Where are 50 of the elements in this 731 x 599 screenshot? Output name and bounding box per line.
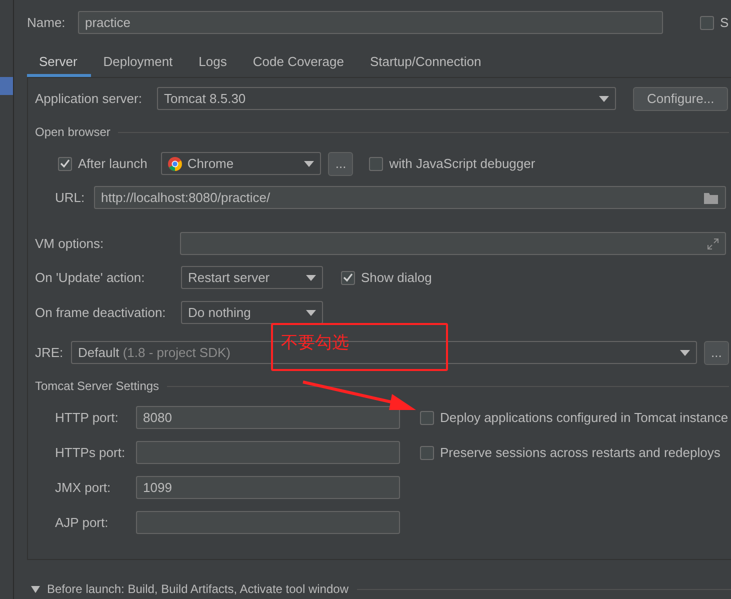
- configure-button[interactable]: Configure...: [633, 86, 728, 110]
- frame-deactivation-label: On frame deactivation:: [35, 305, 167, 320]
- tab[interactable]: Code Coverage: [240, 45, 358, 77]
- jre-browse-button[interactable]: ...: [704, 340, 729, 364]
- dropdown-caret-icon: [306, 310, 316, 316]
- port-field[interactable]: [136, 441, 400, 464]
- application-server-label: Application server:: [35, 91, 143, 106]
- checkbox[interactable]: Preserve sessions across restarts and redeploys: [420, 445, 720, 460]
- expand-icon: [707, 238, 719, 250]
- vm-options-label: VM options:: [35, 236, 105, 251]
- checkmark-icon: [60, 159, 70, 168]
- browser-dropdown[interactable]: Chrome: [161, 152, 322, 175]
- port-label: AJP port:: [55, 515, 110, 530]
- before-launch-label[interactable]: Before launch: Build, Build Artifacts, Activate tool window: [47, 582, 348, 596]
- frame-deactivation-dropdown[interactable]: Do nothing: [181, 301, 323, 324]
- vm-options-field[interactable]: [180, 232, 726, 255]
- jre-label: JRE:: [35, 345, 64, 360]
- port-field[interactable]: 8080: [136, 406, 400, 429]
- folder-icon: [704, 192, 719, 204]
- update-action-dropdown[interactable]: Restart server: [181, 266, 323, 289]
- section-title: Tomcat Server Settings: [35, 379, 160, 393]
- application-server-dropdown[interactable]: Tomcat 8.5.30: [157, 87, 616, 110]
- name-field[interactable]: practice: [78, 11, 663, 34]
- port-label: JMX port:: [55, 480, 112, 495]
- checkbox[interactable]: S: [700, 15, 729, 30]
- port-label: HTTPs port:: [55, 445, 126, 460]
- checkbox[interactable]: Show dialog: [341, 270, 432, 285]
- tab[interactable]: Deployment: [91, 45, 187, 77]
- browse-button[interactable]: ...: [328, 152, 354, 176]
- name-label: Name:: [27, 15, 66, 30]
- dropdown-caret-icon: [306, 274, 316, 280]
- dropdown-caret-icon: [304, 160, 314, 166]
- checkbox[interactable]: After launch: [58, 156, 148, 171]
- collapse-triangle-icon[interactable]: [31, 586, 40, 592]
- port-label: HTTP port:: [55, 410, 120, 425]
- url-label: URL:: [55, 190, 86, 205]
- section-title: Open browser: [35, 125, 110, 139]
- checkmark-icon: [343, 273, 353, 282]
- port-field[interactable]: [136, 511, 400, 534]
- checkbox[interactable]: with JavaScript debugger: [369, 156, 536, 171]
- tab[interactable]: Logs: [186, 45, 241, 77]
- url-field[interactable]: http://localhost:8080/practice/: [94, 186, 726, 209]
- checkbox[interactable]: Deploy applications configured in Tomcat instance: [420, 410, 728, 425]
- port-field[interactable]: 1099: [136, 476, 400, 499]
- sidebar-selection[interactable]: [0, 77, 13, 95]
- dropdown-caret-icon: [680, 350, 690, 356]
- update-action-label: On 'Update' action:: [35, 270, 146, 285]
- dropdown-caret-icon: [599, 96, 609, 102]
- tab[interactable]: Startup/Connection: [358, 45, 496, 77]
- browser-icon: [168, 156, 182, 170]
